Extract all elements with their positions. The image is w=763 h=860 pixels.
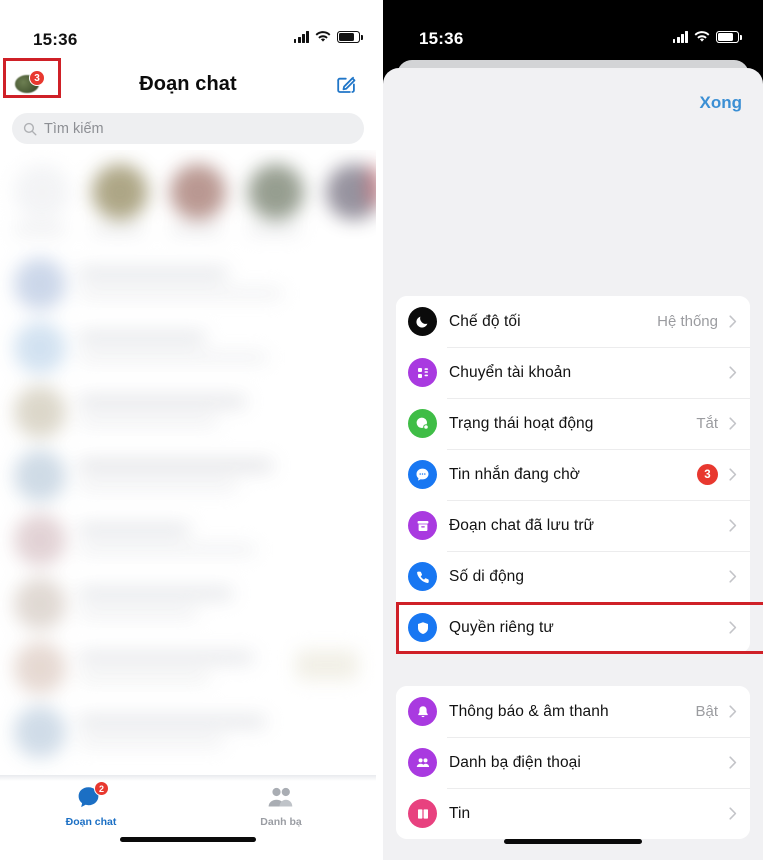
left-tab-bar: 2 Đoạn chat Danh bạ	[0, 775, 376, 860]
settings-row-archived-chats[interactable]: Đoạn chat đã lưu trữ	[396, 500, 750, 551]
switch-account-icon	[408, 358, 437, 387]
row-label: Tin	[449, 804, 471, 822]
tab-contacts[interactable]: Danh bạ	[221, 785, 341, 828]
settings-row-phone-contacts[interactable]: Danh bạ điện thoại	[396, 737, 750, 788]
settings-row-dark-mode[interactable]: Chế độ tối Hệ thống	[396, 296, 750, 347]
home-indicator	[504, 839, 642, 844]
cellular-signal-icon	[672, 31, 688, 43]
tab-chats[interactable]: 2 Đoạn chat	[31, 781, 151, 828]
settings-sheet: Xong Chế độ tối Hệ thống Chuyển tài khoả…	[383, 68, 763, 860]
privacy-shield-icon	[408, 613, 437, 642]
row-label: Quyền riêng tư	[449, 618, 554, 636]
done-button[interactable]: Xong	[700, 93, 743, 113]
search-placeholder: Tìm kiếm	[44, 120, 104, 137]
chevron-right-icon	[729, 468, 737, 481]
row-label: Thông báo & âm thanh	[449, 702, 609, 720]
settings-row-phone-number[interactable]: Số di động	[396, 551, 750, 602]
row-label: Đoạn chat đã lưu trữ	[449, 516, 595, 534]
settings-row-active-status[interactable]: Trạng thái hoạt động Tắt	[396, 398, 750, 449]
archived-chats-icon	[408, 511, 437, 540]
row-label: Tin nhắn đang chờ	[449, 465, 581, 483]
phone-number-icon	[408, 562, 437, 591]
settings-row-switch-account[interactable]: Chuyển tài khoản	[396, 347, 750, 398]
notification-bell-icon	[408, 697, 437, 726]
status-time: 15:36	[419, 29, 464, 48]
row-label: Trạng thái hoạt động	[449, 414, 594, 432]
row-value: Hệ thống	[657, 313, 718, 330]
row-value: Bật	[695, 703, 718, 720]
chevron-right-icon	[729, 807, 737, 820]
status-time: 15:36	[33, 30, 78, 49]
chevron-right-icon	[729, 621, 737, 634]
message-requests-icon	[408, 460, 437, 489]
contacts-people-icon	[266, 785, 296, 811]
search-icon	[23, 122, 37, 135]
status-indicators	[293, 31, 363, 43]
battery-icon	[337, 31, 363, 43]
profile-avatar[interactable]: 3	[15, 70, 45, 98]
chevron-right-icon	[729, 756, 737, 769]
blurred-content	[0, 150, 376, 775]
cellular-signal-icon	[293, 31, 309, 43]
status-indicators	[672, 31, 742, 43]
search-input[interactable]: Tìm kiếm	[12, 113, 364, 144]
chevron-right-icon	[729, 519, 737, 532]
row-label: Số di động	[449, 567, 525, 585]
chat-bubble-icon: 2	[76, 781, 109, 811]
settings-group-primary: Chế độ tối Hệ thống Chuyển tài khoản Trạ…	[396, 296, 750, 653]
left-header-bar: Đoạn chat 3	[0, 58, 376, 110]
home-indicator	[120, 837, 256, 842]
chevron-right-icon	[729, 366, 737, 379]
tab-chats-label: Đoạn chat	[65, 816, 117, 828]
screenshot-stage: 15:36 Đoạn chat 3 Tìm kiếm 2 Đoạn chat D…	[0, 0, 763, 860]
settings-row-message-requests[interactable]: Tin nhắn đang chờ 3	[396, 449, 750, 500]
right-phone-screen: 15:36 Xong Chế độ tối Hệ thống Chuyển tà…	[383, 0, 763, 860]
moon-dark-mode-icon	[408, 307, 437, 336]
row-label: Chuyển tài khoản	[449, 363, 572, 381]
stories-news-icon	[408, 799, 437, 828]
chat-list-blurred[interactable]	[0, 150, 376, 775]
settings-row-privacy[interactable]: Quyền riêng tư	[396, 602, 750, 653]
row-badge: 3	[697, 464, 718, 485]
wifi-icon	[694, 31, 710, 42]
chevron-right-icon	[729, 570, 737, 583]
avatar-unread-badge: 3	[29, 70, 45, 86]
left-status-bar: 15:36	[0, 0, 376, 58]
row-label: Chế độ tối	[449, 312, 521, 330]
settings-row-notifications[interactable]: Thông báo & âm thanh Bật	[396, 686, 750, 737]
settings-row-stories[interactable]: Tin	[396, 788, 750, 839]
left-phone-screen: 15:36 Đoạn chat 3 Tìm kiếm 2 Đoạn chat D…	[0, 0, 376, 860]
settings-group-secondary: Thông báo & âm thanh Bật Danh bạ điện th…	[396, 686, 750, 839]
page-title: Đoạn chat	[139, 72, 237, 95]
compose-new-message-icon[interactable]	[334, 72, 358, 96]
chevron-right-icon	[729, 705, 737, 718]
active-status-icon	[408, 409, 437, 438]
chevron-right-icon	[729, 315, 737, 328]
tab-chats-badge: 2	[94, 781, 109, 796]
wifi-icon	[315, 31, 331, 42]
battery-icon	[716, 31, 742, 43]
right-status-bar: 15:36	[383, 0, 763, 56]
chevron-right-icon	[729, 417, 737, 430]
phone-contacts-icon	[408, 748, 437, 777]
row-value: Tắt	[696, 415, 718, 432]
row-label: Danh bạ điện thoại	[449, 753, 581, 771]
tab-contacts-label: Danh bạ	[260, 816, 302, 828]
